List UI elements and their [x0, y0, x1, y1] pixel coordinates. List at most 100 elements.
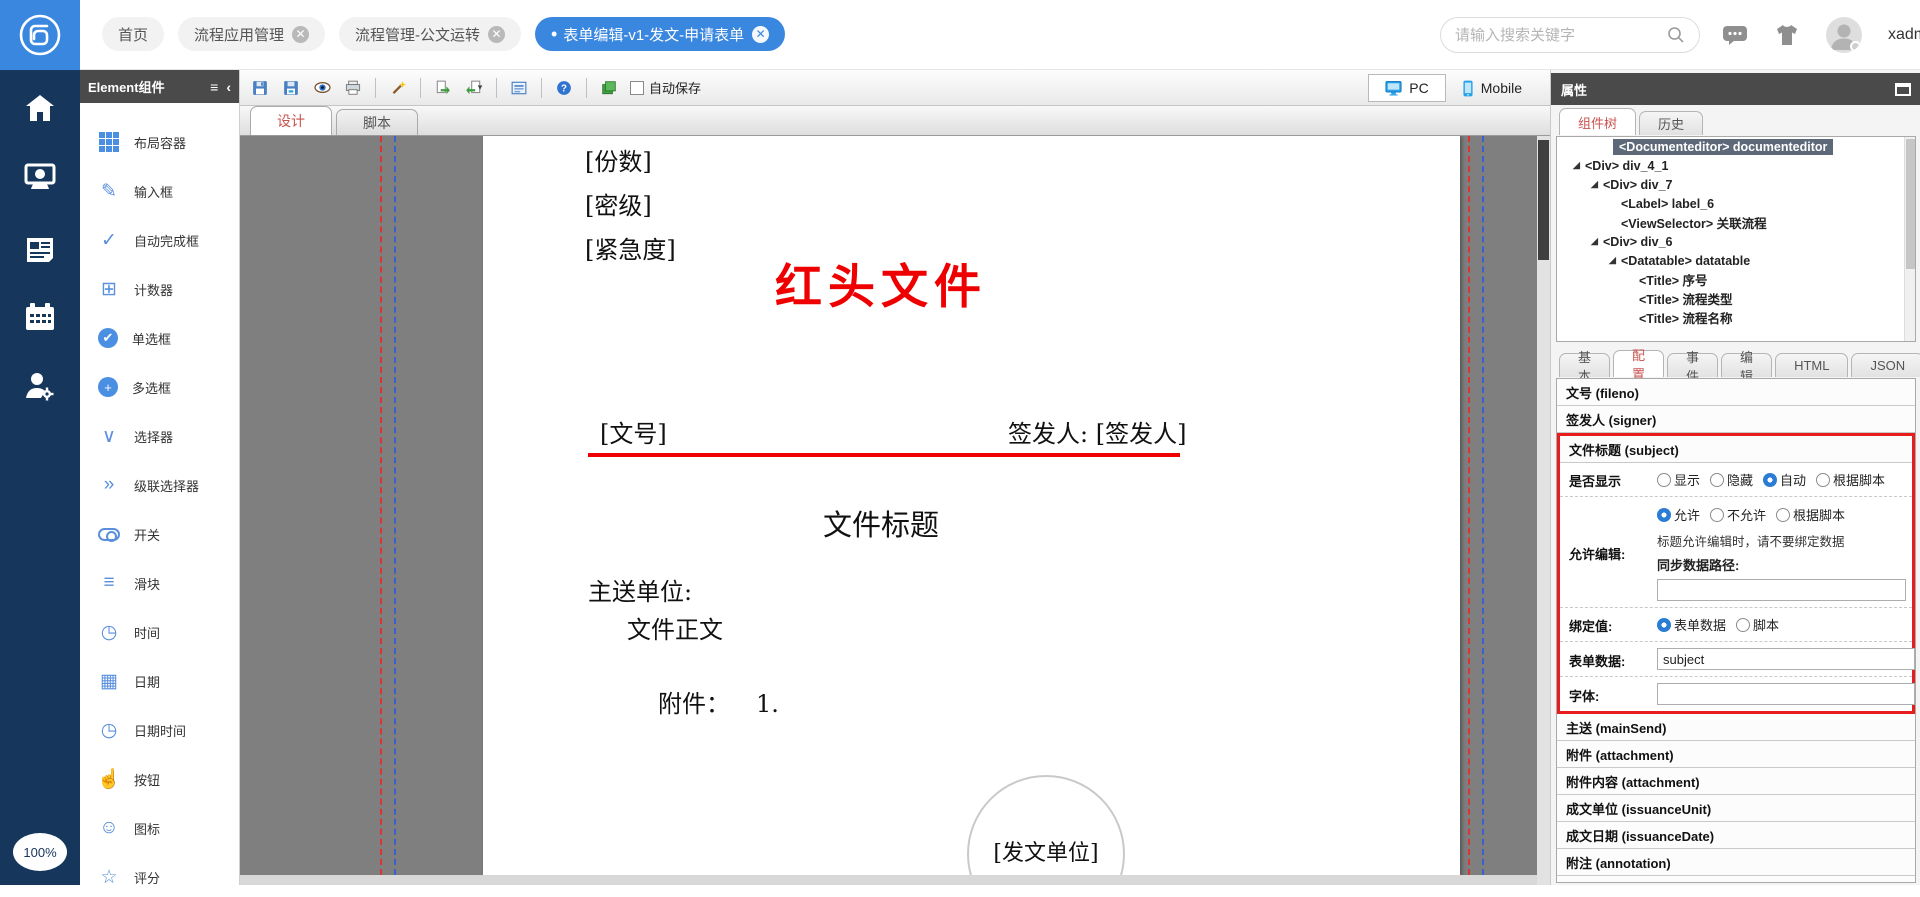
doc-field-issuance-unit[interactable]: [发文单位] — [993, 835, 1098, 867]
sync-path-input[interactable] — [1657, 579, 1906, 601]
import-button[interactable]: ▾ — [462, 76, 486, 100]
close-icon[interactable] — [292, 25, 310, 43]
form-view-button[interactable] — [507, 76, 531, 100]
home-icon[interactable] — [24, 92, 56, 124]
user-settings-icon[interactable] — [24, 370, 56, 402]
form-data-input[interactable] — [1657, 648, 1915, 670]
doc-field-signer[interactable]: 签发人: [签发人] — [1008, 414, 1186, 449]
section-annotation[interactable]: 附注 (annotation) — [1557, 849, 1915, 876]
tree-expand-icon[interactable] — [1573, 160, 1585, 171]
tab-script[interactable]: 脚本 — [336, 109, 418, 135]
tab-component-tree[interactable]: 组件树 — [1559, 108, 1637, 135]
message-icon[interactable] — [1722, 23, 1748, 47]
tree-row[interactable]: <Datatable> datatable — [1557, 251, 1915, 270]
save-as-button[interactable] — [279, 76, 303, 100]
section-issuance-unit[interactable]: 成文单位 (issuanceUnit) — [1557, 795, 1915, 822]
component-item-cascader[interactable]: » 级联选择器 — [80, 465, 240, 505]
tree-row[interactable]: <Documenteditor> documenteditor — [1557, 137, 1915, 156]
doc-red-header[interactable]: 红头文件 — [585, 248, 1177, 317]
zoom-level-badge[interactable]: 100% — [13, 833, 67, 871]
component-item-radio[interactable]: ✔ 单选框 — [80, 318, 240, 358]
radio-show[interactable]: 显示 — [1657, 470, 1700, 489]
tree-row[interactable]: <Title> 流程名称 — [1557, 308, 1915, 327]
tree-row[interactable]: <Title> 序号 — [1557, 270, 1915, 289]
tree-row[interactable]: <Title> 流程类型 — [1557, 289, 1915, 308]
radio-form-data[interactable]: 表单数据 — [1657, 615, 1726, 634]
section-attachment[interactable]: 附件 (attachment) — [1557, 741, 1915, 768]
tree-expand-icon[interactable] — [1609, 255, 1621, 266]
avatar[interactable] — [1826, 17, 1862, 53]
component-tree[interactable]: <Documenteditor> documenteditor <Div> di… — [1556, 136, 1916, 342]
tab-basic[interactable]: 基本 — [1559, 350, 1611, 384]
help-button[interactable]: ? — [552, 76, 576, 100]
app-logo[interactable] — [0, 0, 80, 70]
nav-tab[interactable]: 流程管理-公文运转 — [339, 17, 522, 51]
tree-row[interactable]: <ViewSelector> 关联流程 — [1557, 213, 1915, 232]
tree-scrollbar[interactable] — [1904, 137, 1915, 341]
horizontal-scrollbar[interactable] — [240, 875, 1537, 885]
component-item-slider[interactable]: ≡ 滑块 — [80, 563, 240, 603]
tree-row[interactable]: <Div> div_4_1 — [1557, 156, 1915, 175]
doc-field-fileno[interactable]: [文号] — [600, 414, 667, 449]
radio-by-script[interactable]: 根据脚本 — [1776, 505, 1845, 524]
doc-field-main-send[interactable]: 主送单位: — [588, 572, 692, 607]
component-item-button[interactable]: ☝ 按钮 — [80, 759, 240, 799]
menu-icon[interactable]: ≡ — [210, 79, 218, 95]
calendar-icon[interactable] — [24, 301, 56, 333]
export-button[interactable] — [431, 76, 455, 100]
search-box[interactable] — [1440, 17, 1700, 53]
doc-field-body[interactable]: 文件正文 — [627, 610, 723, 645]
component-item-counter[interactable]: ⊞ 计数器 — [80, 269, 240, 309]
radio-hide[interactable]: 隐藏 — [1710, 470, 1753, 489]
layers-button[interactable] — [597, 76, 621, 100]
tree-row[interactable]: <Label> label_6 — [1557, 194, 1915, 213]
tab-config[interactable]: 配置 — [1613, 348, 1665, 382]
tab-html[interactable]: HTML — [1775, 353, 1849, 377]
section-subject[interactable]: 文件标题 (subject) — [1560, 436, 1912, 463]
tree-row[interactable]: <Div> div_6 — [1557, 232, 1915, 251]
tab-json[interactable]: JSON — [1851, 353, 1920, 377]
doc-field-secrecy[interactable]: [密级] — [585, 186, 652, 221]
nav-tab-active[interactable]: 表单编辑-v1-发文-申请表单 — [535, 17, 786, 51]
radio-by-script[interactable]: 根据脚本 — [1816, 470, 1885, 489]
doc-field-attachment[interactable]: 附件： 1. — [658, 684, 779, 719]
section-issuance-date[interactable]: 成文日期 (issuanceDate) — [1557, 822, 1915, 849]
search-input[interactable] — [1455, 26, 1667, 44]
component-item-datetime[interactable]: ◷ 日期时间 — [80, 710, 240, 750]
section-attachment-body[interactable]: 附件内容 (attachment) — [1557, 768, 1915, 795]
section-copyto[interactable]: 抄送 (copyto) — [1557, 876, 1915, 882]
tab-events[interactable]: 事件 — [1667, 350, 1719, 384]
component-item-icon[interactable]: ☺ 图标 — [80, 808, 240, 848]
design-canvas[interactable]: [份数] [密级] [紧急度] 红头文件 [文号] 签发人: [签发人] 文件标… — [240, 136, 1550, 885]
doc-field-copies[interactable]: [份数] — [585, 142, 652, 177]
radio-allow[interactable]: 允许 — [1657, 505, 1700, 524]
nav-tab[interactable]: 流程应用管理 — [178, 17, 326, 51]
news-icon[interactable] — [24, 233, 56, 265]
dropdown-caret-icon[interactable]: ▾ — [478, 82, 483, 93]
username[interactable]: xadmin — [1888, 26, 1920, 44]
nav-tab-home[interactable]: 首页 — [102, 17, 165, 51]
close-icon[interactable] — [488, 25, 506, 43]
component-item-autocomplete[interactable]: ✓ 自动完成框 — [80, 220, 240, 260]
radio-disallow[interactable]: 不允许 — [1710, 505, 1766, 524]
component-item-time[interactable]: ◷ 时间 — [80, 612, 240, 652]
section-fileno[interactable]: 文号 (fileno) — [1557, 379, 1915, 406]
search-icon[interactable] — [1667, 26, 1685, 44]
print-button[interactable] — [341, 76, 365, 100]
user-monitor-icon[interactable] — [24, 160, 56, 192]
scrollbar-thumb[interactable] — [1906, 139, 1915, 269]
magic-wand-button[interactable] — [386, 76, 410, 100]
vertical-scrollbar[interactable] — [1537, 136, 1550, 885]
doc-field-title[interactable]: 文件标题 — [585, 502, 1177, 544]
component-item-rate[interactable]: ☆ 评分 — [80, 857, 240, 897]
tree-expand-icon[interactable] — [1591, 236, 1603, 247]
close-icon[interactable] — [752, 25, 770, 43]
tab-design[interactable]: 设计 — [250, 106, 332, 135]
component-item-input[interactable]: ✎ 输入框 — [80, 171, 240, 211]
tab-edit[interactable]: 编辑 — [1721, 350, 1773, 384]
device-pc-button[interactable]: PC — [1368, 74, 1446, 102]
theme-shirt-icon[interactable] — [1774, 23, 1800, 47]
preview-button[interactable] — [310, 76, 334, 100]
radio-script[interactable]: 脚本 — [1736, 615, 1779, 634]
component-item-switch[interactable]: 开关 — [80, 514, 240, 554]
